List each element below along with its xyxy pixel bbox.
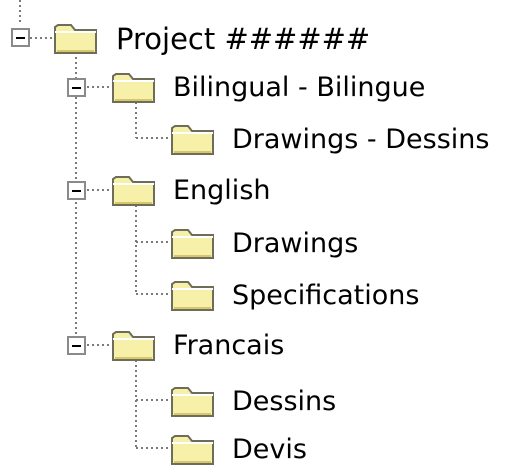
bilingual-collapse-toggle[interactable] (67, 78, 86, 97)
tree-item-devis[interactable]: Devis (232, 433, 307, 467)
root-collapse-toggle[interactable] (11, 28, 30, 47)
folder-icon (111, 172, 157, 206)
folder-icon (170, 121, 216, 155)
folder-icon (111, 69, 157, 103)
tree-item-francais[interactable]: Francais (173, 329, 284, 363)
tree-item-drawings-dessins[interactable]: Drawings - Dessins (232, 123, 489, 157)
tree-item-english[interactable]: English (173, 174, 271, 208)
folder-tree: Project ###### Bilingual - Bilingue Draw… (0, 0, 509, 466)
tree-item-dessins[interactable]: Dessins (232, 385, 336, 419)
english-collapse-toggle[interactable] (67, 181, 86, 200)
francais-collapse-toggle[interactable] (67, 336, 86, 355)
folder-icon (53, 20, 99, 54)
tree-item-project[interactable]: Project ###### (116, 22, 370, 56)
folder-icon (170, 225, 216, 259)
tree-item-drawings[interactable]: Drawings (232, 227, 358, 261)
folder-icon (111, 327, 157, 361)
tree-item-bilingual[interactable]: Bilingual - Bilingue (173, 71, 425, 105)
folder-icon (170, 431, 216, 465)
folder-icon (170, 277, 216, 311)
tree-item-specifications[interactable]: Specifications (232, 279, 419, 313)
folder-icon (170, 383, 216, 417)
